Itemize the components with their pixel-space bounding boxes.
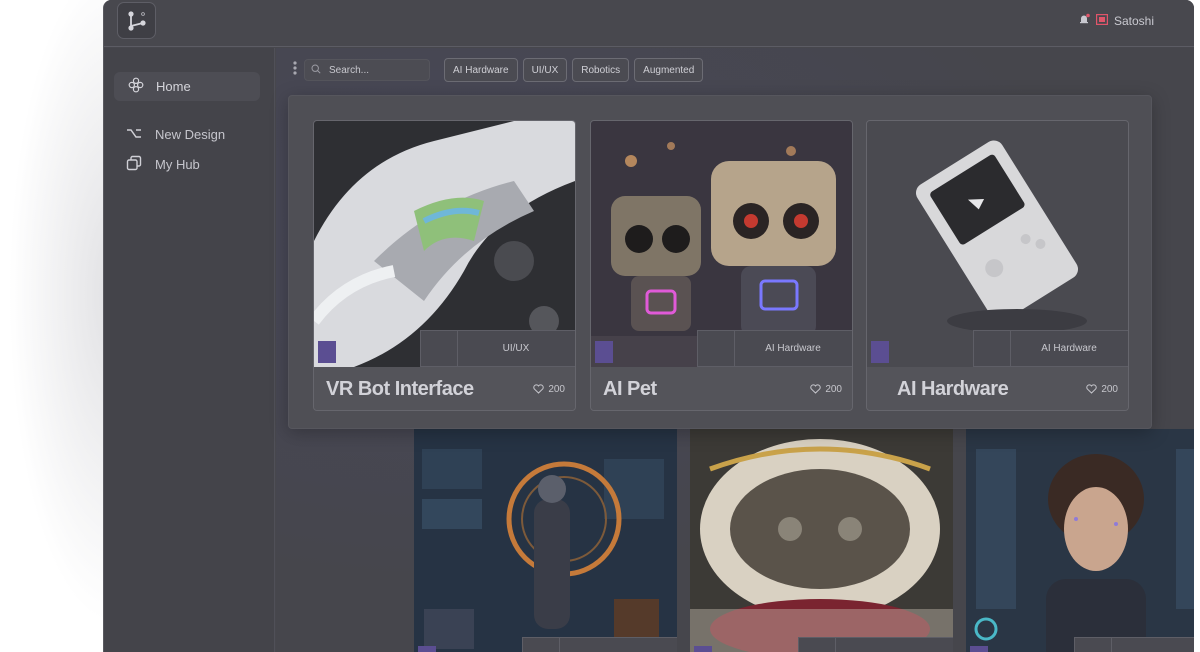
grid-card[interactable] [690,429,953,652]
search-input[interactable]: Search... [304,59,430,81]
like-button[interactable]: 200 [1086,384,1118,395]
filter-chip-ui-ux[interactable]: UI/UX [522,58,568,82]
copy-squares-icon [126,155,142,174]
sidebar: Home New Design My Hub [104,48,275,652]
user-name[interactable]: Satoshi [1114,14,1154,28]
card-tag: UI/UX [420,330,575,368]
color-swatch [418,646,436,652]
sidebar-item-home[interactable]: Home [114,72,260,101]
card-tag [522,637,677,652]
filter-chip-robotics[interactable]: Robotics [572,58,630,82]
grid-card-image [414,429,677,652]
color-swatch [318,341,336,363]
grid-card-image [966,429,1194,652]
featured-card[interactable]: AI Hardware AI Pet 200 [590,120,853,411]
user-area: Satoshi [1078,13,1154,28]
app-window: Satoshi Home New Design My Hub Search...… [103,0,1194,652]
like-count: 200 [825,383,842,395]
card-title: AI Hardware [897,377,1009,400]
filter-chip-ai-hardware[interactable]: AI Hardware [444,58,518,82]
like-count: 200 [548,383,565,395]
filter-chip-augmented[interactable]: Augmented [634,58,704,82]
heart-icon [533,384,545,394]
sidebar-item-new-design[interactable]: New Design [126,124,225,144]
card-tag [798,637,953,652]
like-count: 200 [1101,383,1118,395]
sidebar-item-label: Home [156,79,191,94]
featured-panel: UI/UX VR Bot Interface 200 AI Hardware A… [288,95,1152,429]
filter-chips: AI Hardware UI/UX Robotics Augmented [444,58,704,82]
card-tag: AI Hardware [973,330,1128,368]
card-tag: AI Hardware [697,330,852,368]
card-tag-label: AI Hardware [1041,343,1097,354]
color-swatch [970,646,988,652]
card-title: VR Bot Interface [326,377,474,400]
card-title: AI Pet [603,377,657,400]
color-swatch [595,341,613,363]
grid-card-image [690,429,953,652]
card-footer: AI Pet 200 [591,367,852,410]
sidebar-item-my-hub[interactable]: My Hub [126,154,200,174]
card-tag-label: AI Hardware [765,343,821,354]
grid-card[interactable] [414,429,677,652]
featured-card[interactable]: AI Hardware AI Hardware 200 [866,120,1129,411]
top-bar: Satoshi [104,0,1194,47]
heart-icon [1086,384,1098,394]
card-tag-label: UI/UX [502,343,530,354]
notification-bell-icon[interactable] [1078,13,1090,28]
like-button[interactable]: 200 [533,384,565,395]
color-swatch [871,341,889,363]
featured-card[interactable]: UI/UX VR Bot Interface 200 [313,120,576,411]
grid-card[interactable] [966,429,1194,652]
user-avatar-icon[interactable] [1095,13,1109,28]
main-content: Search... AI Hardware UI/UX Robotics Aug… [276,48,1194,652]
option-key-icon [126,127,142,142]
filter-bar: Search... AI Hardware UI/UX Robotics Aug… [292,58,704,82]
sidebar-item-label: My Hub [155,156,200,172]
sidebar-item-label: New Design [155,126,226,142]
color-swatch [694,646,712,652]
settings-dots-icon[interactable] [292,60,298,81]
search-icon [311,63,321,77]
flower-icon [128,77,144,96]
card-footer: AI Hardware 200 [867,367,1128,410]
heart-icon [810,384,822,394]
backdrop-shadow [0,0,104,652]
card-tag [1074,637,1194,652]
logo-nodes-icon [127,10,146,31]
card-footer: VR Bot Interface 200 [314,367,575,410]
search-placeholder: Search... [329,64,370,76]
like-button[interactable]: 200 [810,384,842,395]
app-logo[interactable] [117,2,156,39]
